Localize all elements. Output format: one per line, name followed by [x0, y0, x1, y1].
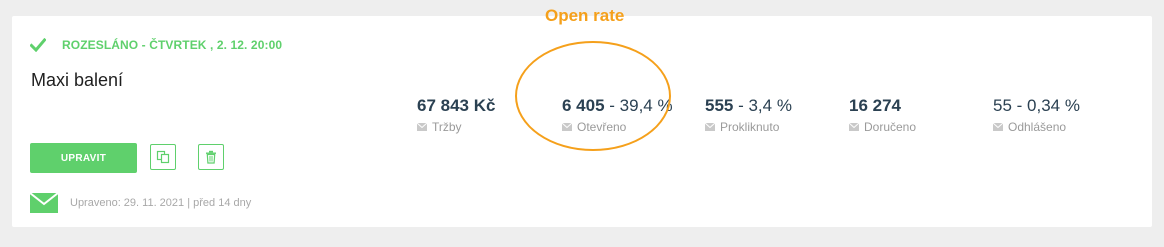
envelope-icon — [993, 123, 1003, 131]
stat-label: Odhlášeno — [993, 120, 1080, 134]
stat-delivered: 16 274 Doručeno — [849, 96, 916, 134]
stat-value: 67 843 Kč — [417, 96, 496, 115]
status-text: ROZESLÁNO - ČTVRTEK , 2. 12. 20:00 — [62, 38, 283, 52]
campaign-title: Maxi balení — [31, 70, 124, 90]
updated-info: Upraveno: 29. 11. 2021 | před 14 dny — [30, 193, 251, 213]
edit-button[interactable]: UPRAVIT — [30, 143, 137, 173]
copy-button[interactable] — [150, 144, 176, 170]
stat-clicked: 555 - 3,4 % Prokliknuto — [705, 96, 792, 134]
stat-revenue: 67 843 Kč Tržby — [417, 96, 495, 134]
checkmark-icon — [30, 38, 46, 52]
stat-label: Tržby — [417, 120, 495, 134]
envelope-icon — [417, 123, 427, 131]
stat-label: Doručeno — [849, 120, 916, 134]
delete-button[interactable] — [198, 144, 224, 170]
stat-label: Prokliknuto — [705, 120, 792, 134]
campaign-status: ROZESLÁNO - ČTVRTEK , 2. 12. 20:00 — [30, 38, 282, 52]
stat-value: 55 - 0,34 % — [993, 96, 1080, 115]
open-rate-annotation-label: Open rate — [545, 6, 625, 25]
updated-text: Upraveno: 29. 11. 2021 | před 14 dny — [70, 197, 252, 209]
stat-value: 16 274 — [849, 96, 901, 115]
stat-value: 555 - 3,4 % — [705, 96, 792, 115]
envelope-icon — [30, 193, 58, 213]
open-rate-highlight-ring — [515, 41, 671, 151]
copy-icon — [156, 150, 170, 164]
envelope-icon — [705, 123, 715, 131]
trash-icon — [206, 150, 216, 164]
stat-unsubscribed: 55 - 0,34 % Odhlášeno — [993, 96, 1080, 134]
envelope-icon — [849, 123, 859, 131]
